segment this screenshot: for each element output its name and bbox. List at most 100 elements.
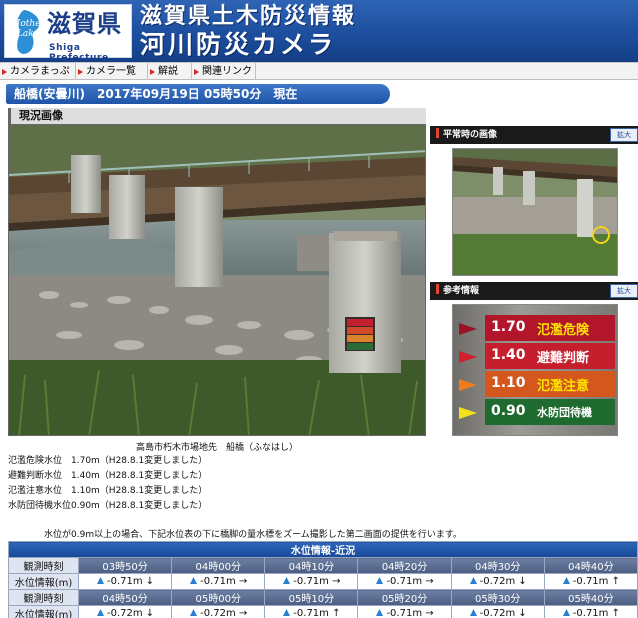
gauge-row-danger: 1.70 氾濫危険: [485, 315, 615, 341]
gauge-value: 0.90: [491, 403, 526, 419]
nav-camera-map[interactable]: カメラまっぷ: [0, 63, 76, 80]
level-value: -0.72m ↓: [479, 576, 527, 587]
level-cell: -0.71m →: [264, 573, 359, 590]
shiga-logo[interactable]: Mother Lake 滋賀県 Shiga Prefecture: [4, 4, 132, 62]
zoom-notice: 水位が0.9m以上の場合、下記水位表の下に橋脚の量水標をズーム撮影した第二画面の…: [44, 530, 462, 540]
water-level-icon: [376, 577, 384, 584]
time-cell: 03時50分: [77, 557, 173, 574]
site-title: 滋賀県土木防災情報: [140, 4, 357, 29]
level-cell: -0.71m ↑: [264, 605, 359, 618]
arrow-caution-icon: [459, 379, 477, 391]
arrow-right-icon: [150, 69, 155, 75]
level-cell: -0.72m →: [171, 605, 266, 618]
table-row: 観測時刻 03時50分 04時00分 04時10分 04時20分 04時30分 …: [8, 557, 638, 574]
normal-image-zoom-button[interactable]: 拡大: [610, 128, 638, 142]
water-level-icon: [96, 609, 104, 616]
level-cell: -0.71m →: [357, 605, 452, 618]
gauge-board: 1.70 氾濫危険 1.40 避難判断 1.10 氾濫注意 0.90 水防団待機: [485, 315, 615, 427]
water-level-icon: [190, 577, 198, 584]
water-level-icon: [469, 577, 477, 584]
level-cell: -0.72m ↓: [77, 605, 173, 618]
mother-lake-text: Mother Lake: [11, 19, 45, 39]
level-value: -0.72m ↓: [106, 608, 155, 618]
threshold-line: 氾濫注意水位 1.10m（H28.8.1変更しました）: [8, 486, 208, 496]
camera-caption: 高島市朽木市場地先 船橋（ふなはし）: [135, 443, 298, 453]
time-cell: 04時50分: [77, 589, 173, 606]
time-cell: 04時00分: [171, 557, 266, 574]
level-cell: -0.72m ↓: [450, 605, 545, 618]
nav-camera-list[interactable]: カメラ一覧: [76, 63, 148, 80]
gauge-row-standby: 0.90 水防団待機: [485, 399, 615, 425]
water-level-icon: [562, 609, 570, 616]
site-subtitle: 河川防災カメラ: [140, 30, 337, 59]
gauge-text: 避難判断: [537, 351, 590, 366]
arrow-danger-icon: [459, 323, 477, 335]
gauge-text: 水防団待機: [537, 406, 592, 419]
level-value: -0.71m ↑: [572, 608, 620, 618]
level-cell: -0.71m →: [171, 573, 266, 590]
time-cell: 04時20分: [357, 557, 452, 574]
time-cell: 05時40分: [543, 589, 638, 606]
threshold-line: 氾濫危険水位 1.70m（H28.8.1変更しました）: [8, 456, 208, 466]
normal-image-label: 平常時の画像: [436, 126, 497, 144]
water-level-thresholds: 氾濫危険水位 1.70m（H28.8.1変更しました） 避難判断水位 1.40m…: [8, 454, 207, 514]
time-cell: 04時30分: [450, 557, 545, 574]
time-cell: 04時10分: [264, 557, 359, 574]
water-table-caption: 水位情報-近況: [8, 541, 638, 558]
arrow-right-icon: [2, 69, 7, 75]
row-header-time: 観測時刻: [8, 557, 79, 574]
prefecture-name: 滋賀県: [47, 10, 122, 38]
level-value: -0.72m →: [200, 608, 248, 618]
normal-image[interactable]: [452, 148, 618, 276]
nav-related-links[interactable]: 関連リンク: [192, 63, 256, 80]
table-row: 水位情報(m) -0.71m ↓ -0.71m → -0.71m → -0.71…: [8, 573, 638, 590]
site-header: Mother Lake 滋賀県 Shiga Prefecture 滋賀県土木防災…: [0, 0, 638, 62]
threshold-line: 避難判断水位 1.40m（H28.8.1変更しました）: [8, 471, 208, 481]
gauge-text: 氾濫注意: [537, 379, 590, 394]
normal-image-header: 平常時の画像 拡大: [430, 126, 638, 144]
level-cell: -0.71m ↓: [77, 573, 173, 590]
arrow-right-icon: [78, 69, 83, 75]
level-value: -0.71m ↑: [293, 608, 341, 618]
gauge-row-caution: 1.10 氾濫注意: [485, 371, 615, 397]
nav-label: カメラ一覧: [86, 66, 136, 77]
water-level-icon: [376, 609, 384, 616]
water-level-icon: [562, 577, 570, 584]
level-cell: -0.72m ↓: [450, 573, 545, 590]
level-value: -0.71m ↑: [572, 576, 620, 587]
time-cell: 05時10分: [264, 589, 359, 606]
level-value: -0.72m ↓: [479, 608, 527, 618]
reference-header: 参考情報 拡大: [430, 282, 638, 300]
water-level-icon: [96, 577, 104, 584]
time-cell: 05時20分: [357, 589, 452, 606]
nav-label: 関連リンク: [202, 66, 252, 77]
nav-label: 解説: [158, 66, 178, 77]
reference-gauge-image[interactable]: 1.70 氾濫危険 1.40 避難判断 1.10 氾濫注意 0.90 水防団待機: [452, 304, 618, 436]
gauge-row-evac: 1.40 避難判断: [485, 343, 615, 369]
level-value: -0.71m →: [200, 576, 248, 587]
water-level-icon: [283, 577, 291, 584]
water-level-icon: [283, 609, 291, 616]
level-cell: -0.71m →: [357, 573, 452, 590]
nav-explanation[interactable]: 解説: [148, 63, 192, 80]
normal-bridge-photo: [453, 149, 617, 275]
station-header: 船橋(安曇川) 2017年09月19日 05時50分 現在: [6, 84, 390, 104]
gauge-text: 氾濫危険: [537, 323, 590, 338]
level-value: -0.71m →: [386, 576, 434, 587]
live-camera-image[interactable]: [8, 124, 426, 436]
arrow-standby-icon: [459, 407, 477, 419]
threshold-line: 水防団待機水位0.90m（H28.8.1変更しました）: [8, 501, 208, 511]
gauge-value: 1.10: [491, 375, 526, 391]
water-level-icon: [469, 609, 477, 616]
row-header-level: 水位情報(m): [8, 573, 79, 590]
gauge-value: 1.40: [491, 347, 526, 363]
time-cell: 05時00分: [171, 589, 266, 606]
bridge-photo: [9, 125, 425, 435]
time-cell: 04時40分: [543, 557, 638, 574]
level-value: -0.71m ↓: [106, 576, 155, 587]
level-value: -0.71m →: [293, 576, 341, 587]
time-cell: 05時30分: [450, 589, 545, 606]
reference-zoom-button[interactable]: 拡大: [610, 284, 638, 298]
reference-label: 参考情報: [436, 282, 479, 300]
table-row: 観測時刻 04時50分 05時00分 05時10分 05時20分 05時30分 …: [8, 589, 638, 606]
